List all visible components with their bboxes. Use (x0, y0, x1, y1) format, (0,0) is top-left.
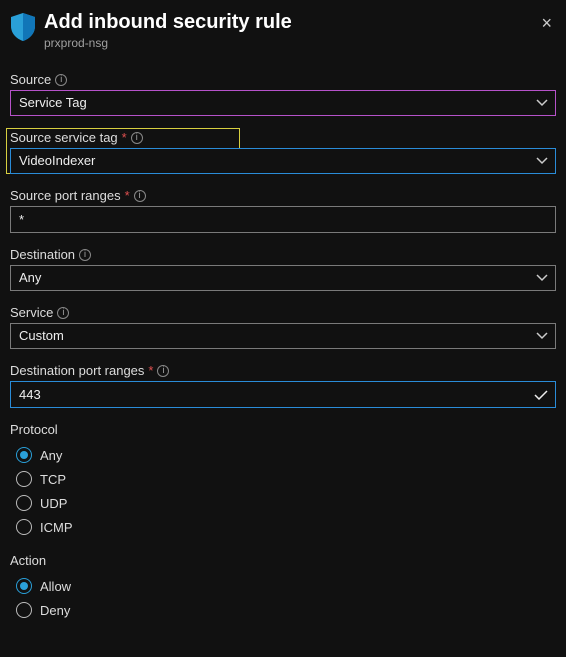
source-port-ranges-label: Source port ranges (10, 188, 121, 203)
service-dropdown[interactable]: Custom (10, 323, 556, 349)
source-dropdown[interactable]: Service Tag (10, 90, 556, 116)
action-option-label: Deny (40, 603, 70, 618)
protocol-option-any[interactable]: Any (10, 443, 556, 467)
info-icon[interactable]: i (57, 307, 69, 319)
info-icon[interactable]: i (157, 365, 169, 377)
panel-title: Add inbound security rule (44, 10, 529, 34)
protocol-option-icmp[interactable]: ICMP (10, 515, 556, 539)
action-option-allow[interactable]: Allow (10, 574, 556, 598)
info-icon[interactable]: i (79, 249, 91, 261)
source-service-tag-dropdown[interactable]: VideoIndexer (10, 148, 556, 174)
action-option-deny[interactable]: Deny (10, 598, 556, 622)
protocol-group: Protocol Any TCP UDP ICMP (10, 422, 556, 539)
protocol-option-label: Any (40, 448, 62, 463)
action-label: Action (10, 553, 556, 568)
info-icon[interactable]: i (134, 190, 146, 202)
shield-icon (10, 12, 36, 45)
radio-icon (16, 471, 32, 487)
source-port-ranges-input[interactable] (10, 206, 556, 233)
radio-icon (16, 495, 32, 511)
action-option-label: Allow (40, 579, 71, 594)
protocol-option-label: UDP (40, 496, 67, 511)
protocol-option-udp[interactable]: UDP (10, 491, 556, 515)
source-service-tag-label: Source service tag (10, 130, 118, 145)
radio-icon (16, 519, 32, 535)
protocol-label: Protocol (10, 422, 556, 437)
protocol-option-label: TCP (40, 472, 66, 487)
destination-label: Destination (10, 247, 75, 262)
required-marker: * (125, 188, 130, 203)
destination-dropdown[interactable]: Any (10, 265, 556, 291)
service-label: Service (10, 305, 53, 320)
action-group: Action Allow Deny (10, 553, 556, 622)
panel-subtitle: prxprod-nsg (44, 36, 529, 50)
destination-port-ranges-input[interactable] (10, 381, 556, 408)
protocol-option-label: ICMP (40, 520, 73, 535)
source-label: Source (10, 72, 51, 87)
radio-icon (16, 578, 32, 594)
info-icon[interactable]: i (55, 74, 67, 86)
radio-icon (16, 602, 32, 618)
radio-icon (16, 447, 32, 463)
info-icon[interactable]: i (131, 132, 143, 144)
required-marker: * (122, 130, 127, 145)
required-marker: * (148, 363, 153, 378)
destination-port-ranges-label: Destination port ranges (10, 363, 144, 378)
close-button[interactable]: × (537, 10, 556, 36)
protocol-option-tcp[interactable]: TCP (10, 467, 556, 491)
